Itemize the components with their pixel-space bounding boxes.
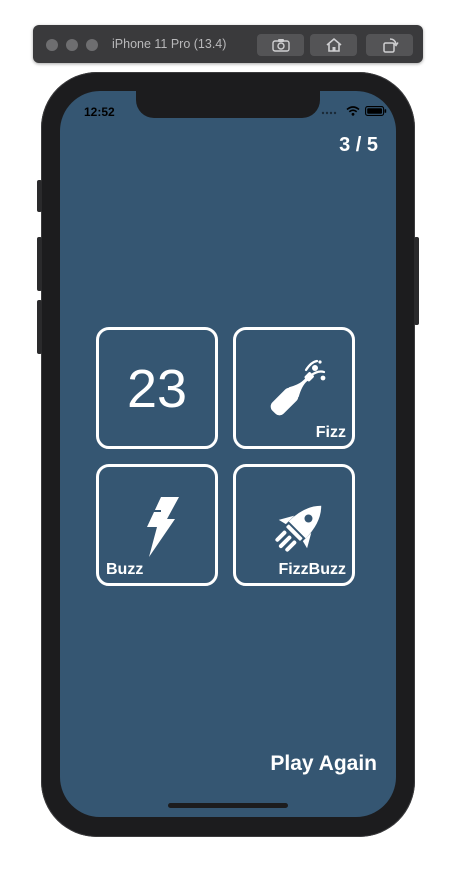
home-button[interactable] — [310, 34, 357, 56]
screenshot-icon — [271, 39, 290, 52]
volume-up-button — [37, 237, 42, 291]
fizzbuzz-label: FizzBuzz — [278, 561, 346, 578]
simulator-title: iPhone 11 Pro (13.4) — [112, 37, 227, 51]
score-counter: 3 / 5 — [339, 134, 378, 156]
number-tile[interactable]: 23 — [96, 327, 218, 449]
home-icon — [325, 37, 342, 52]
minimize-window-button[interactable] — [66, 39, 78, 51]
rotate-icon — [382, 38, 399, 53]
rocket-icon — [275, 505, 322, 552]
app-screen: 12:52 3 / 5 23 Fizz Buzz FizzBuzz Play A… — [60, 91, 396, 817]
home-indicator[interactable] — [168, 803, 288, 808]
fizz-label: Fizz — [315, 424, 346, 441]
number-value: 23 — [126, 359, 188, 419]
simulator-toolbar: iPhone 11 Pro (13.4) — [33, 25, 423, 63]
close-window-button[interactable] — [46, 39, 58, 51]
signal-icon — [321, 111, 337, 115]
lightning-bolt-icon — [147, 497, 179, 557]
fizz-tile[interactable]: Fizz — [233, 327, 355, 449]
play-again-button[interactable]: Play Again — [270, 752, 377, 776]
fizzbuzz-tile[interactable]: FizzBuzz — [233, 464, 355, 586]
screenshot-button[interactable] — [257, 34, 304, 56]
champagne-bottle-icon — [270, 359, 326, 416]
battery-icon — [365, 106, 387, 116]
volume-down-button — [37, 300, 42, 354]
status-time: 12:52 — [84, 105, 115, 119]
side-button — [414, 237, 419, 325]
status-icons — [321, 106, 387, 116]
wifi-icon — [346, 106, 360, 116]
buzz-tile[interactable]: Buzz — [96, 464, 218, 586]
rotate-button[interactable] — [366, 34, 413, 56]
buzz-label: Buzz — [106, 561, 144, 578]
notch — [136, 91, 320, 118]
zoom-window-button[interactable] — [86, 39, 98, 51]
silent-switch — [37, 180, 42, 212]
